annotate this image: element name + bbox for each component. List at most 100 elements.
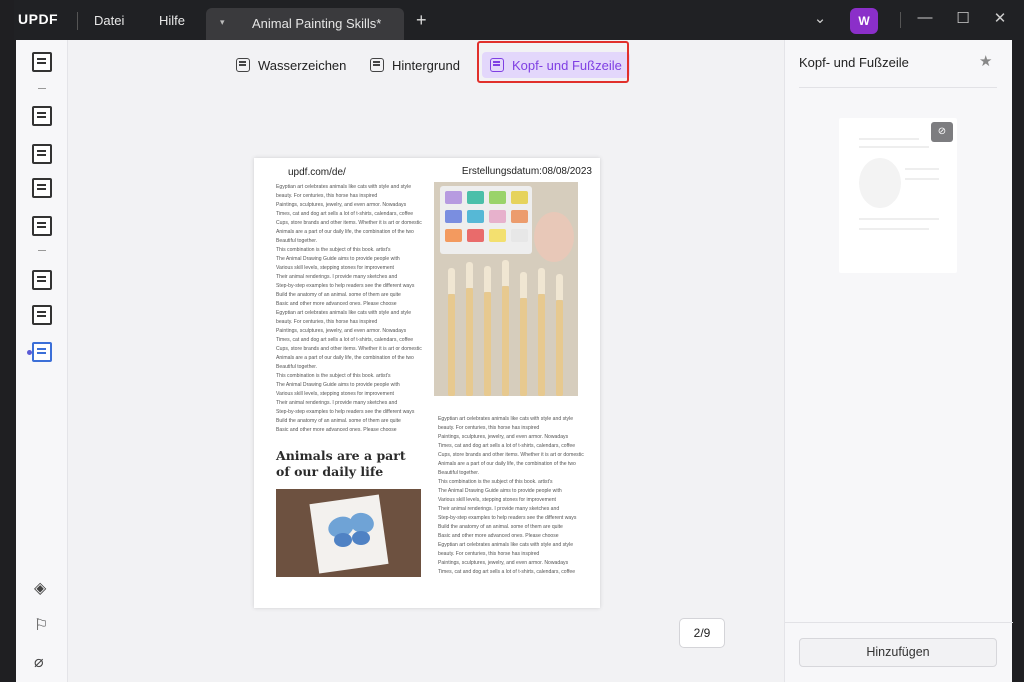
minimize-button[interactable]: —	[914, 9, 936, 26]
text-line: Basic and other more advanced ones. Plea…	[276, 301, 397, 307]
brush-tip	[448, 268, 455, 294]
highlight-box	[477, 41, 629, 83]
text-line: Their animal renderings. I provide many …	[438, 506, 560, 512]
text-line: Animals are a part of our daily life, th…	[438, 461, 576, 467]
brush-tip	[556, 274, 563, 300]
titlebar-divider	[900, 12, 901, 28]
text-line: The Animal Drawing Guide aims to provide…	[438, 488, 562, 494]
text-line: Step-by-step examples to help readers se…	[438, 515, 577, 521]
thumb-line	[859, 228, 929, 230]
text-line: Egyptian art celebrates animals like cat…	[276, 310, 412, 316]
butterfly-wing	[334, 533, 352, 547]
thumb-line	[859, 138, 919, 140]
text-line: Times, cat and dog art sells a lot of t-…	[438, 569, 576, 575]
text-line: Build the anatomy of an animal. some of …	[438, 524, 563, 530]
brush-handle	[484, 292, 491, 396]
text-line: beauty. For centuries, this horse has in…	[438, 551, 540, 557]
text-line: Egyptian art celebrates animals like cat…	[276, 184, 412, 190]
document-tab[interactable]: ▾ Animal Painting Skills*	[206, 8, 404, 40]
text-line: Times, cat and dog art sells a lot of t-…	[438, 443, 576, 449]
text-line: This combination is the subject of this …	[438, 479, 553, 485]
crop-icon[interactable]	[32, 305, 52, 325]
text-line: Egyptian art celebrates animals like cat…	[438, 416, 574, 422]
paint-pan	[489, 191, 506, 204]
updf-logo: UPDF	[18, 11, 59, 27]
tab-title: Animal Painting Skills*	[252, 16, 382, 31]
text-line: Paintings, sculptures, jewelry, and even…	[276, 202, 407, 208]
background-button[interactable]: Hintergrund	[362, 52, 468, 78]
pdf-page[interactable]: updf.com/de/ Erstellungsdatum:08/08/2023…	[254, 158, 600, 608]
panel-title: Kopf- und Fußzeile	[799, 55, 909, 70]
document-canvas: Wasserzeichen Hintergrund Kopf- und Fußz…	[68, 40, 784, 682]
text-line: Egyptian art celebrates animals like cat…	[438, 542, 574, 548]
reader-icon[interactable]	[32, 52, 52, 72]
paint-palette-image	[434, 182, 578, 396]
edit-text-icon[interactable]	[32, 144, 52, 164]
chevron-down-icon[interactable]: ⌄	[809, 9, 831, 27]
new-tab-button[interactable]: +	[416, 10, 427, 31]
text-line: Beautiful together.	[438, 470, 480, 476]
page-indicator[interactable]: 2/9	[679, 618, 725, 648]
hidden-eye-icon[interactable]: ⊘	[931, 122, 953, 142]
right-text-column: Egyptian art celebrates animals like cat…	[438, 415, 584, 577]
brush-tip	[538, 268, 545, 294]
bookmark-icon[interactable]: ⚐	[34, 615, 48, 635]
organize-pages-icon[interactable]	[32, 270, 52, 290]
brush-handle	[556, 300, 563, 396]
panel-bottom-divider	[785, 622, 1013, 623]
star-icon[interactable]: ★	[979, 52, 992, 70]
text-line: Cups, store brands and other items. Whet…	[276, 346, 422, 352]
app-window: UPDF Datei Hilfe ▾ Animal Painting Skill…	[0, 0, 1024, 682]
text-line: Their animal renderings. I provide many …	[276, 274, 398, 280]
close-button[interactable]: ✕	[989, 9, 1011, 27]
brush-handle	[448, 294, 455, 396]
sign-icon[interactable]	[32, 216, 52, 236]
text-line: Paintings, sculptures, jewelry, and even…	[276, 328, 407, 334]
paint-pan	[445, 210, 462, 223]
brush-tip	[484, 266, 491, 292]
page-tools-icon[interactable]	[32, 342, 52, 362]
text-line: Animals are a part of our daily life, th…	[276, 355, 414, 361]
text-line: Animals are a part of our daily life, th…	[276, 229, 414, 235]
text-line: This combination is the subject of this …	[276, 373, 391, 379]
paint-pan	[445, 229, 462, 242]
paint-dish	[534, 212, 574, 262]
text-line: The Animal Drawing Guide aims to provide…	[276, 256, 400, 262]
text-line: Various skill levels, stepping stones fo…	[438, 497, 556, 503]
toolbar-divider	[38, 250, 46, 251]
watermark-label: Wasserzeichen	[258, 57, 347, 73]
text-line: beauty. For centuries, this horse has in…	[276, 193, 378, 199]
paint-pan	[467, 191, 484, 204]
layers-icon[interactable]: ◈	[34, 578, 46, 598]
text-line: Various skill levels, stepping stones fo…	[276, 391, 394, 397]
watermark-icon	[236, 58, 250, 72]
text-line: Step-by-step examples to help readers se…	[276, 283, 415, 289]
watermark-button[interactable]: Wasserzeichen	[228, 52, 354, 78]
text-line: Build the anatomy of an animal. some of …	[276, 418, 401, 424]
brush-handle	[538, 294, 545, 396]
thumb-line	[905, 168, 939, 170]
toolbar-divider	[38, 88, 46, 89]
brush-handle	[502, 286, 509, 396]
menu-hilfe[interactable]: Hilfe	[159, 13, 185, 28]
butterfly-wing	[352, 531, 370, 545]
highlighter-icon[interactable]	[32, 106, 52, 126]
add-button[interactable]: Hinzufügen	[799, 638, 997, 667]
text-line: This combination is the subject of this …	[276, 247, 391, 253]
thumb-line	[905, 178, 939, 180]
maximize-button[interactable]: ☐	[952, 9, 974, 27]
template-thumbnail[interactable]: ⊘	[839, 118, 957, 273]
brush-tip	[466, 262, 473, 288]
butterfly-painting-image	[276, 489, 421, 577]
attachment-icon[interactable]: ⌀	[34, 652, 44, 672]
text-line: Times, cat and dog art sells a lot of t-…	[276, 211, 414, 217]
paint-pan	[511, 210, 528, 223]
text-line: Times, cat and dog art sells a lot of t-…	[276, 337, 414, 343]
tab-dropdown-icon[interactable]: ▾	[220, 17, 225, 28]
section-heading: Animals are a part of our daily life	[276, 448, 406, 479]
form-icon[interactable]	[32, 178, 52, 198]
avatar[interactable]: W	[850, 8, 878, 34]
menu-datei[interactable]: Datei	[94, 13, 124, 28]
text-line: Various skill levels, stepping stones fo…	[276, 265, 394, 271]
text-line: Paintings, sculptures, jewelry, and even…	[438, 560, 569, 566]
